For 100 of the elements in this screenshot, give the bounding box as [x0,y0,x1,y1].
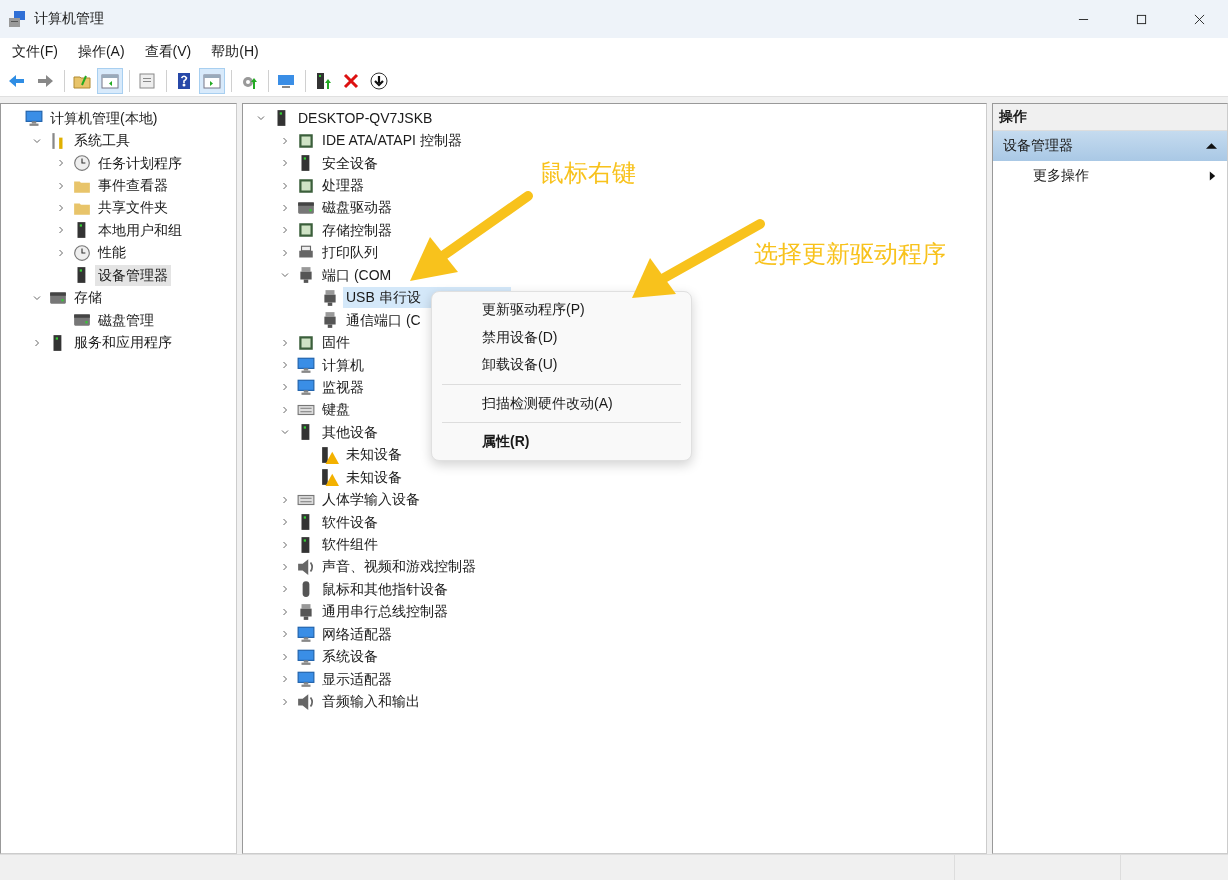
monitor-icon [297,625,315,644]
warning-icon [321,468,339,487]
chevron-right-icon[interactable] [281,607,289,616]
tree-item[interactable]: 监视器 [319,376,367,398]
window-title: 计算机管理 [34,10,104,28]
chevron-right-icon[interactable] [281,585,289,594]
chevron-right-icon[interactable] [281,405,289,414]
chevron-right-icon[interactable] [57,226,65,235]
close-icon [1193,13,1205,25]
tree-item[interactable]: 设备管理器 [95,264,171,286]
tree-item[interactable]: 存储 [71,287,105,309]
tree-item[interactable]: 事件查看器 [95,175,171,197]
monitor-icon [25,109,43,128]
chevron-right-icon[interactable] [281,159,289,168]
tree-item[interactable]: 存储控制器 [319,219,395,241]
tree-item[interactable]: 显示适配器 [319,668,395,690]
chevron-right-icon[interactable] [281,652,289,661]
monitor-icon [297,378,315,397]
tree-item[interactable]: 软件设备 [319,511,381,533]
tree-item[interactable]: 本地用户和组 [95,219,185,241]
tree-item[interactable]: 键盘 [319,399,353,421]
maximize-icon [1135,13,1147,25]
tree-item[interactable]: 性能 [95,242,129,264]
menu-item[interactable]: 禁用设备(D) [436,323,687,351]
tree-item[interactable]: 通信端口 (C [343,309,424,331]
tree-item[interactable]: 处理器 [319,175,367,197]
chevron-right-icon[interactable] [281,697,289,706]
chevron-down-icon[interactable] [257,114,265,123]
tree-item[interactable]: 服务和应用程序 [71,332,175,354]
connector-icon [321,288,339,307]
tree-item[interactable]: 其他设备 [319,421,381,443]
collapse-icon[interactable] [1206,140,1217,152]
menu-item[interactable]: 操作(A) [69,41,133,63]
annotation-text: 选择更新驱动程序 [754,239,946,269]
tree-item[interactable]: IDE ATA/ATAPI 控制器 [319,130,465,152]
monitor-icon [297,647,315,666]
chevron-down-icon[interactable] [33,136,41,145]
chevron-right-icon[interactable] [57,181,65,190]
clock-icon [73,154,91,173]
chevron-right-icon[interactable] [281,226,289,235]
tree-item[interactable]: 安全设备 [319,152,381,174]
chevron-right-icon[interactable] [281,338,289,347]
tree-item[interactable]: 鼠标和其他指针设备 [319,578,451,600]
actions-section-header[interactable]: 设备管理器 [993,131,1227,161]
tree-item[interactable]: 通用串行总线控制器 [319,601,451,623]
tree-item[interactable]: 未知设备 [343,444,405,466]
tree-item[interactable]: 磁盘驱动器 [319,197,395,219]
chevron-down-icon[interactable] [33,293,41,302]
monitor-icon [297,670,315,689]
chip-icon [297,333,315,352]
chevron-right-icon[interactable] [57,248,65,257]
chevron-right-icon[interactable] [281,181,289,190]
tree-item[interactable]: 网络适配器 [319,623,395,645]
menu-item[interactable]: 属性(R) [436,428,687,456]
chevron-right-icon[interactable] [281,518,289,527]
tree-item[interactable]: 计算机管理(本地) [47,107,161,129]
chevron-right-icon[interactable] [281,540,289,549]
actions-header: 操作 [993,104,1227,131]
tree-item[interactable]: 音频输入和输出 [319,691,423,713]
tree-item[interactable]: 未知设备 [343,466,405,488]
chevron-right-icon[interactable] [281,361,289,370]
menu-item[interactable]: 文件(F) [4,41,66,63]
tree-item[interactable]: 端口 (COM [319,264,395,286]
chevron-right-icon[interactable] [281,675,289,684]
menu-item[interactable]: 帮助(H) [203,41,267,63]
tree-item[interactable]: 任务计划程序 [95,152,185,174]
chevron-right-icon[interactable] [57,159,65,168]
tree-item[interactable]: 系统工具 [71,130,133,152]
chevron-right-icon[interactable] [281,562,289,571]
tree-item[interactable]: 声音、视频和游戏控制器 [319,556,479,578]
chip-icon [297,176,315,195]
panel-icon[interactable] [97,68,123,94]
chevron-right-icon[interactable] [281,248,289,257]
menu-item[interactable]: 卸载设备(U) [436,351,687,379]
chevron-right-icon[interactable] [281,203,289,212]
connector-icon [321,311,339,330]
chevron-right-icon[interactable] [281,136,289,145]
tree-item[interactable]: 软件组件 [319,534,381,556]
computer-management-icon [8,10,26,28]
chevron-right-icon[interactable] [57,203,65,212]
chevron-right-icon[interactable] [33,338,41,347]
chevron-right-icon[interactable] [281,383,289,392]
chevron-right-icon[interactable] [281,630,289,639]
chevron-down-icon[interactable] [281,271,289,280]
chevron-right-icon[interactable] [281,495,289,504]
action-link[interactable]: 更多操作 [1033,167,1089,185]
menu-item[interactable]: 扫描检测硬件改动(A) [436,389,687,417]
tree-item[interactable]: 打印队列 [319,242,381,264]
tree-item[interactable]: 磁盘管理 [95,309,157,331]
tree-item[interactable]: 计算机 [319,354,367,376]
tree-item[interactable]: 系统设备 [319,646,381,668]
tree-item[interactable]: DESKTOP-QV7JSKB [295,107,436,129]
tree-item[interactable]: 人体学输入设备 [319,489,423,511]
submenu-arrow-icon [1208,170,1217,182]
menu-item[interactable]: 查看(V) [136,41,200,63]
speaker-icon [297,692,315,711]
tree-item[interactable]: 共享文件夹 [95,197,171,219]
chevron-down-icon[interactable] [281,428,289,437]
tree-item[interactable]: 固件 [319,332,353,354]
monitor-icon [297,356,315,375]
